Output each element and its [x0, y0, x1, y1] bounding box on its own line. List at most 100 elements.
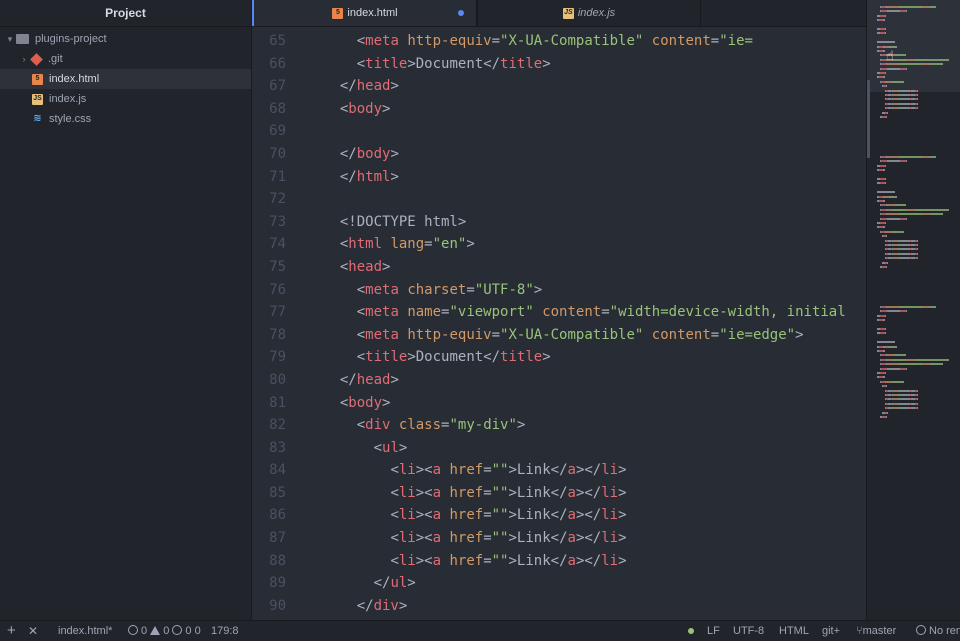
status-dot-icon — [688, 621, 694, 641]
code-line[interactable]: 83 <ul> — [252, 437, 846, 460]
grammar-selector[interactable]: HTML — [779, 621, 809, 641]
line-number: 81 — [269, 394, 286, 411]
line-number: 78 — [269, 326, 286, 343]
code-line[interactable]: 86 <li><a href="">Link</a></li> — [252, 504, 846, 527]
line-number: 74 — [269, 236, 286, 253]
line-number: 67 — [269, 78, 286, 95]
code-editor[interactable]: 65 <meta http-equiv="X-UA-Compatible" co… — [252, 27, 866, 620]
line-code: <title>Document</title> — [356, 55, 551, 72]
code-line[interactable]: 68 <body> — [252, 98, 846, 121]
line-number: 66 — [269, 55, 286, 72]
tab-index-html[interactable]: 5 index.html — [252, 0, 477, 26]
code-line[interactable]: 65 <meta http-equiv="X-UA-Compatible" co… — [252, 30, 846, 53]
code-line[interactable]: 79 <title>Document</title> — [252, 346, 846, 369]
line-code: </div> — [356, 597, 408, 614]
info-circle-icon — [916, 625, 926, 635]
line-code: </ul> — [373, 575, 416, 592]
code-line[interactable]: 67 </head> — [252, 75, 846, 98]
line-number: 68 — [269, 100, 286, 117]
code-line[interactable]: 74 <html lang="en"> — [252, 233, 846, 256]
code-line[interactable]: 88 <li><a href="">Link</a></li> — [252, 550, 846, 573]
render-status-label: No ren — [929, 625, 960, 637]
tab-index-js[interactable]: JS index.js — [477, 0, 701, 26]
tab-label: index.js — [577, 7, 616, 19]
modified-indicator-icon[interactable] — [458, 10, 464, 16]
warning-icon — [150, 626, 161, 635]
line-number: 88 — [269, 552, 286, 569]
linter-status[interactable]: 0 0 0 0 — [128, 621, 201, 641]
tree-item-label: style.css — [49, 113, 92, 125]
render-status[interactable]: No ren — [916, 621, 960, 641]
code-line[interactable]: 89 </ul> — [252, 572, 846, 595]
line-code: <li><a href="">Link</a></li> — [390, 462, 627, 479]
tree-item-label: index.html — [49, 73, 100, 85]
code-line[interactable]: 71 </html> — [252, 166, 846, 189]
line-number: 69 — [269, 123, 286, 140]
code-line[interactable]: 90 </div> — [252, 595, 846, 618]
tab-bar-empty-space[interactable] — [701, 0, 866, 26]
line-number: 73 — [269, 213, 286, 230]
js-file-icon: JS — [32, 93, 43, 105]
code-line[interactable]: 77 <meta name="viewport" content="width=… — [252, 301, 846, 324]
code-line[interactable]: 82 <div class="my-div"> — [252, 414, 846, 437]
code-line[interactable]: 72 — [252, 188, 846, 211]
code-line[interactable]: 70 </body> — [252, 143, 846, 166]
line-number: 89 — [269, 575, 286, 592]
line-code: <meta http-equiv="X-UA-Compatible" conte… — [356, 326, 804, 343]
line-number: 86 — [269, 507, 286, 524]
line-code: <ul> — [373, 439, 408, 456]
minimap[interactable] — [866, 0, 960, 620]
git-icon — [30, 52, 43, 66]
info-count: 0 — [185, 625, 192, 637]
code-line[interactable]: 84 <li><a href="">Link</a></li> — [252, 459, 846, 482]
line-code: <title>Document</title> — [356, 349, 551, 366]
line-ending-selector[interactable]: LF — [707, 621, 720, 641]
tree-item-index-js[interactable]: JS index.js — [0, 89, 251, 109]
tree-item-style-css[interactable]: ≋ style.css — [0, 109, 251, 129]
warning-count: 0 — [163, 625, 170, 637]
tree-item-plugins-project[interactable]: ▾ plugins-project — [0, 29, 251, 49]
line-code: <!DOCTYPE html> — [339, 213, 467, 230]
code-line[interactable]: 75 <head> — [252, 256, 846, 279]
chevron-down-icon: ▾ — [7, 34, 13, 44]
line-number: 75 — [269, 258, 286, 275]
git-button[interactable]: git+ — [822, 621, 840, 641]
line-code: <meta name="viewport" content="width=dev… — [356, 304, 846, 321]
code-line[interactable]: 81 <body> — [252, 392, 846, 415]
line-number: 83 — [269, 439, 286, 456]
error-icon — [128, 625, 138, 635]
html-file-icon: 5 — [32, 73, 43, 85]
tab-label: index.html — [347, 7, 398, 19]
line-number: 77 — [269, 304, 286, 321]
code-line[interactable]: 69 — [252, 120, 846, 143]
vertical-scrollbar[interactable] — [867, 80, 870, 158]
close-panel-button[interactable]: ✕ — [28, 621, 38, 641]
line-number: 72 — [269, 191, 286, 208]
cursor-position[interactable]: 179:8 — [211, 621, 239, 641]
branch-status[interactable]: ⑂master — [856, 621, 896, 641]
tree-item-git[interactable]: › .git — [0, 49, 251, 69]
info-icon — [172, 625, 183, 635]
code-line[interactable]: 66 <title>Document</title> — [252, 53, 846, 76]
code-line[interactable]: 85 <li><a href="">Link</a></li> — [252, 482, 846, 505]
add-panel-button[interactable]: + — [7, 621, 16, 641]
line-number: 85 — [269, 484, 286, 501]
tree-item-label: .git — [48, 53, 63, 65]
info-extra-count: 0 — [194, 625, 201, 637]
line-code: </head> — [339, 371, 399, 388]
tab-bar: 5 index.html JS index.js — [252, 0, 866, 27]
code-line[interactable]: 78 <meta http-equiv="X-UA-Compatible" co… — [252, 324, 846, 347]
line-code: <div class="my-div"> — [356, 417, 526, 434]
line-number: 84 — [269, 462, 286, 479]
line-number: 79 — [269, 349, 286, 366]
code-line[interactable]: 73 <!DOCTYPE html> — [252, 211, 846, 234]
tree-item-index-html[interactable]: 5 index.html — [0, 69, 251, 89]
chevron-right-icon: › — [22, 54, 26, 64]
current-file-label[interactable]: index.html* — [58, 621, 112, 641]
panel-title: Project — [0, 0, 251, 27]
line-code: <html lang="en"> — [339, 236, 475, 253]
code-line[interactable]: 87 <li><a href="">Link</a></li> — [252, 527, 846, 550]
code-line[interactable]: 80 </head> — [252, 369, 846, 392]
code-line[interactable]: 76 <meta charset="UTF-8"> — [252, 279, 846, 302]
encoding-selector[interactable]: UTF-8 — [733, 621, 764, 641]
